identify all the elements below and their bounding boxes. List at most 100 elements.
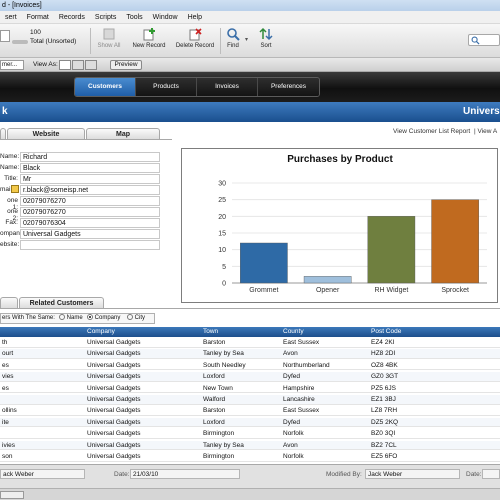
cell-town: Walford xyxy=(203,396,226,403)
cell-name: ollins xyxy=(2,407,17,415)
modified-by-field: Jack Weber xyxy=(365,469,460,479)
fax-label: Fax: xyxy=(5,219,18,226)
filter-option-name[interactable]: Name xyxy=(59,314,83,323)
related-table-header: Company Town County Post Code xyxy=(0,327,500,337)
view-as-table-button[interactable] xyxy=(85,60,97,70)
record-footer: ack Weber Date: 21/03/10 Modified By: Ja… xyxy=(0,464,500,488)
cell-postcode: OZ8 4BK xyxy=(371,361,398,369)
menu-help[interactable]: Help xyxy=(183,14,207,21)
quick-find-field[interactable] xyxy=(468,34,500,46)
layout-select[interactable]: mer... xyxy=(0,60,24,70)
col-header-company[interactable]: Company xyxy=(87,327,115,337)
email-label: mail: xyxy=(0,186,14,193)
table-row[interactable]: vies Universal Gadgets Loxford Dyfed GZ0 3GT xyxy=(0,372,500,382)
cell-company: Universal Gadgets xyxy=(87,361,141,369)
preview-button[interactable]: Preview xyxy=(110,60,142,70)
table-row[interactable]: es Universal Gadgets New Town Hampshire PZ5 … xyxy=(0,384,500,394)
website-field[interactable] xyxy=(20,240,160,250)
delete-record-icon xyxy=(189,28,202,41)
show-all-button[interactable]: Show All xyxy=(94,27,124,49)
cell-postcode: PZ5 6JS xyxy=(371,384,396,392)
tab-preferences[interactable]: Preferences xyxy=(258,78,319,96)
delete-record-button[interactable]: Delete Record xyxy=(172,27,218,49)
phone-1-field[interactable]: 02079076270 xyxy=(20,196,160,206)
chart-y-tick-label: 0 xyxy=(222,281,226,288)
col-header-town[interactable]: Town xyxy=(203,327,218,337)
cell-town: Tanley by Sea xyxy=(203,441,244,449)
cell-company: Universal Gadgets xyxy=(87,350,141,358)
menu-scripts[interactable]: Scripts xyxy=(90,14,121,21)
view-as-label: View As: xyxy=(33,61,58,68)
cell-name: vies xyxy=(2,373,14,381)
customer-list-report-link[interactable]: View Customer List Report xyxy=(393,128,470,135)
record-slider[interactable] xyxy=(12,40,28,44)
cell-county: Avon xyxy=(283,350,298,358)
window-title: d - [Invoices] xyxy=(2,2,42,9)
sort-button[interactable]: Sort xyxy=(256,27,276,49)
cell-company: Universal Gadgets xyxy=(87,339,141,346)
table-row[interactable]: th Universal Gadgets Barston East Sussex EZ4… xyxy=(0,338,500,348)
created-by-field: ack Weber xyxy=(0,469,85,479)
table-row[interactable]: es Universal Gadgets South Needley Northumb… xyxy=(0,361,500,371)
layout-bar: mer... View As: Preview xyxy=(0,58,500,72)
record-book-icon[interactable] xyxy=(0,30,10,42)
menu-tools[interactable]: Tools xyxy=(121,14,147,21)
table-row[interactable]: Universal Gadgets Birmington Norfolk BZ0 3Q… xyxy=(0,429,500,439)
col-header-county[interactable]: County xyxy=(283,327,304,337)
cell-postcode: HZ8 2DI xyxy=(371,350,396,358)
menu-window[interactable]: Window xyxy=(148,14,183,21)
chart-bar-opener xyxy=(303,276,352,284)
new-record-icon xyxy=(143,28,155,41)
created-date-label: Date: xyxy=(114,471,130,478)
first-name-label: Name: xyxy=(0,153,20,160)
purchases-chart-svg: Purchases by Product 0 5 10 15 20 25 30 Gromme… xyxy=(218,154,487,294)
chart-x-tick-label: Sprocket xyxy=(441,287,469,294)
last-name-field[interactable]: Black xyxy=(20,163,160,173)
chart-y-tick-label: 5 xyxy=(222,264,226,271)
table-row[interactable]: Universal Gadgets Walford Lancashire EZ1 3B… xyxy=(0,395,500,405)
chart-y-tick-label: 10 xyxy=(218,247,226,254)
cell-name: ite xyxy=(2,418,9,426)
cell-company: Universal Gadgets xyxy=(87,396,141,403)
email-icon[interactable] xyxy=(11,185,19,193)
status-bar xyxy=(0,488,500,500)
table-row[interactable]: ollins Universal Gadgets Barston East Susse… xyxy=(0,406,500,417)
related-filter: ers With The Same: Name Company City xyxy=(0,313,155,324)
tab-customers[interactable]: Customers xyxy=(75,78,136,96)
phone-2-field[interactable]: 02079076270 xyxy=(20,207,160,217)
table-row[interactable]: ivies Universal Gadgets Tanley by Sea Avon B… xyxy=(0,440,500,451)
fax-field[interactable]: 02079076304 xyxy=(20,218,160,228)
status-zoom-control[interactable] xyxy=(0,491,24,499)
menu-insert[interactable]: sert xyxy=(0,14,22,21)
view-as-form-button[interactable] xyxy=(59,60,71,70)
modified-date-field xyxy=(482,469,500,479)
record-total-label: Total (Unsorted) xyxy=(30,38,77,45)
tab-invoices[interactable]: Invoices xyxy=(197,78,258,96)
col-header-postcode[interactable]: Post Code xyxy=(371,327,401,337)
title-label: Title: xyxy=(4,175,18,182)
email-field[interactable]: r.black@someisp.net xyxy=(20,185,160,195)
cell-name: es xyxy=(2,361,9,369)
filter-option-city[interactable]: City xyxy=(127,314,145,323)
cell-county: Northumberland xyxy=(283,361,330,369)
table-row[interactable]: ite Universal Gadgets Loxford Dyfed DZ5 2KQ xyxy=(0,417,500,428)
title-field[interactable]: Mr xyxy=(20,174,160,184)
cell-county: Dyfed xyxy=(283,373,300,381)
new-record-button[interactable]: New Record xyxy=(128,27,170,49)
table-row[interactable]: son Universal Gadgets Birmington Norfolk EZ5… xyxy=(0,452,500,462)
cell-town: Loxford xyxy=(203,418,225,426)
cell-name: son xyxy=(2,453,13,460)
menu-format[interactable]: Format xyxy=(22,14,54,21)
view-all-link[interactable]: | View A xyxy=(474,128,497,135)
find-dropdown-arrow-icon[interactable]: ▾ xyxy=(245,36,248,43)
first-name-field[interactable]: Richard xyxy=(20,152,160,162)
cell-town: Birmington xyxy=(203,453,235,460)
company-field[interactable]: Universal Gadgets xyxy=(20,229,160,239)
cell-town: South Needley xyxy=(203,361,246,369)
filter-option-company[interactable]: Company xyxy=(87,314,120,323)
view-as-list-button[interactable] xyxy=(72,60,84,70)
table-row[interactable]: ourt Universal Gadgets Tanley by Sea Avon HZ… xyxy=(0,349,500,360)
tab-products[interactable]: Products xyxy=(136,78,197,96)
find-button[interactable]: Find xyxy=(222,27,244,49)
menu-records[interactable]: Records xyxy=(54,14,90,21)
